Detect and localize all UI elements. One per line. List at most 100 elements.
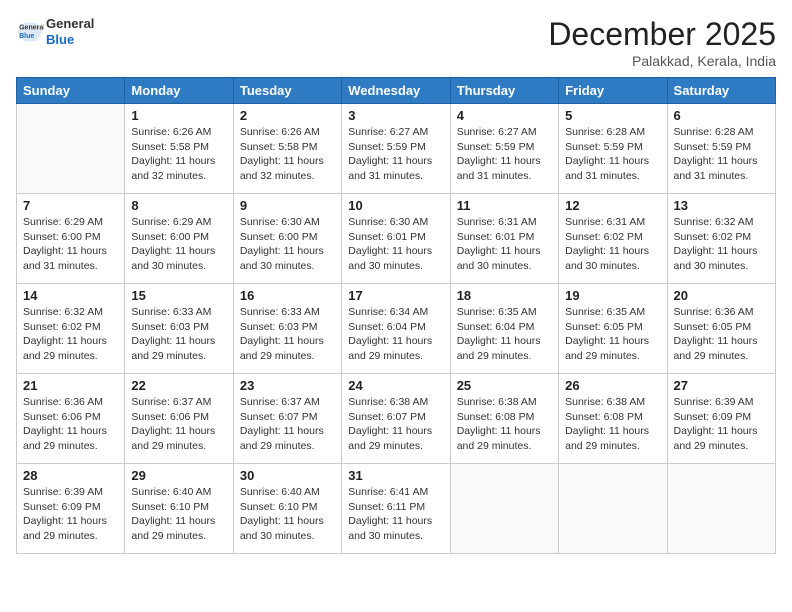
day-info: Sunrise: 6:36 AMSunset: 6:05 PMDaylight:… (674, 305, 769, 364)
calendar-day-cell: 27 Sunrise: 6:39 AMSunset: 6:09 PMDayligh… (667, 374, 775, 464)
calendar-week-row: 21 Sunrise: 6:36 AMSunset: 6:06 PMDayligh… (17, 374, 776, 464)
day-number: 19 (565, 288, 660, 303)
weekday-header: Wednesday (342, 78, 450, 104)
calendar-day-cell: 28 Sunrise: 6:39 AMSunset: 6:09 PMDayligh… (17, 464, 125, 554)
day-info: Sunrise: 6:29 AMSunset: 6:00 PMDaylight:… (23, 215, 118, 274)
day-number: 20 (674, 288, 769, 303)
day-number: 11 (457, 198, 552, 213)
day-number: 30 (240, 468, 335, 483)
calendar-day-cell: 5Sunrise: 6:28 AMSunset: 5:59 PMDaylight… (559, 104, 667, 194)
day-number: 2 (240, 108, 335, 123)
calendar-day-cell: 31Sunrise: 6:41 AMSunset: 6:11 PMDayligh… (342, 464, 450, 554)
day-number: 23 (240, 378, 335, 393)
day-info: Sunrise: 6:30 AMSunset: 6:00 PMDaylight:… (240, 215, 335, 274)
calendar-day-cell (559, 464, 667, 554)
day-number: 16 (240, 288, 335, 303)
day-info: Sunrise: 6:35 AMSunset: 6:04 PMDaylight:… (457, 305, 552, 364)
day-number: 28 (23, 468, 118, 483)
svg-text:General: General (19, 24, 44, 31)
day-number: 12 (565, 198, 660, 213)
calendar-week-row: 1 Sunrise: 6:26 AMSunset: 5:58 PMDaylight… (17, 104, 776, 194)
day-number: 4 (457, 108, 552, 123)
day-info: Sunrise: 6:38 AMSunset: 6:07 PMDaylight:… (348, 395, 443, 454)
day-info: Sunrise: 6:37 AMSunset: 6:07 PMDaylight:… (240, 395, 335, 454)
day-number: 13 (674, 198, 769, 213)
logo-general: General (46, 16, 94, 31)
logo: General Blue General Blue (16, 16, 94, 47)
day-number: 29 (131, 468, 226, 483)
calendar-day-cell: 12 Sunrise: 6:31 AMSunset: 6:02 PMDayligh… (559, 194, 667, 284)
calendar-day-cell: 2 Sunrise: 6:26 AMSunset: 5:58 PMDaylight… (233, 104, 341, 194)
calendar-day-cell: 25 Sunrise: 6:38 AMSunset: 6:08 PMDayligh… (450, 374, 558, 464)
day-info: Sunrise: 6:28 AMSunset: 5:59 PMDaylight:… (674, 125, 769, 184)
calendar-day-cell (667, 464, 775, 554)
calendar-day-cell: 7 Sunrise: 6:29 AMSunset: 6:00 PMDaylight… (17, 194, 125, 284)
day-info: Sunrise: 6:39 AMSunset: 6:09 PMDaylight:… (674, 395, 769, 454)
day-info: Sunrise: 6:33 AMSunset: 6:03 PMDaylight:… (131, 305, 226, 364)
day-number: 1 (131, 108, 226, 123)
day-number: 9 (240, 198, 335, 213)
calendar-day-cell: 15 Sunrise: 6:33 AMSunset: 6:03 PMDayligh… (125, 284, 233, 374)
logo-icon: General Blue (16, 18, 44, 46)
day-info: Sunrise: 6:35 AMSunset: 6:05 PMDaylight:… (565, 305, 660, 364)
day-number: 7 (23, 198, 118, 213)
day-info: Sunrise: 6:40 AMSunset: 6:10 PMDaylight:… (131, 485, 226, 544)
day-info: Sunrise: 6:38 AMSunset: 6:08 PMDaylight:… (457, 395, 552, 454)
day-info: Sunrise: 6:29 AMSunset: 6:00 PMDaylight:… (131, 215, 226, 274)
calendar-day-cell: 21 Sunrise: 6:36 AMSunset: 6:06 PMDayligh… (17, 374, 125, 464)
calendar-day-cell: 6 Sunrise: 6:28 AMSunset: 5:59 PMDaylight… (667, 104, 775, 194)
day-number: 31 (348, 468, 443, 483)
page-header: General Blue General Blue December 2025 … (16, 16, 776, 69)
day-info: Sunrise: 6:27 AMSunset: 5:59 PMDaylight:… (457, 125, 552, 184)
day-info: Sunrise: 6:31 AMSunset: 6:02 PMDaylight:… (565, 215, 660, 274)
day-number: 15 (131, 288, 226, 303)
calendar-week-row: 7 Sunrise: 6:29 AMSunset: 6:00 PMDaylight… (17, 194, 776, 284)
day-number: 14 (23, 288, 118, 303)
month-title: December 2025 (548, 16, 776, 53)
day-info: Sunrise: 6:30 AMSunset: 6:01 PMDaylight:… (348, 215, 443, 274)
day-info: Sunrise: 6:28 AMSunset: 5:59 PMDaylight:… (565, 125, 660, 184)
calendar-day-cell: 1Sunrise: 6:26 AMSunset: 5:58 PMDaylight… (125, 104, 233, 194)
calendar-day-cell: 29 Sunrise: 6:40 AMSunset: 6:10 PMDayligh… (125, 464, 233, 554)
calendar-day-cell: 18 Sunrise: 6:35 AMSunset: 6:04 PMDayligh… (450, 284, 558, 374)
calendar-day-cell: 19 Sunrise: 6:35 AMSunset: 6:05 PMDayligh… (559, 284, 667, 374)
day-info: Sunrise: 6:33 AMSunset: 6:03 PMDaylight:… (240, 305, 335, 364)
calendar-day-cell: 13Sunrise: 6:32 AMSunset: 6:02 PMDayligh… (667, 194, 775, 284)
weekday-header: Sunday (17, 78, 125, 104)
calendar-day-cell: 24Sunrise: 6:38 AMSunset: 6:07 PMDayligh… (342, 374, 450, 464)
day-number: 21 (23, 378, 118, 393)
day-info: Sunrise: 6:27 AMSunset: 5:59 PMDaylight:… (348, 125, 443, 184)
day-info: Sunrise: 6:32 AMSunset: 6:02 PMDaylight:… (23, 305, 118, 364)
weekday-header: Thursday (450, 78, 558, 104)
day-number: 25 (457, 378, 552, 393)
day-number: 17 (348, 288, 443, 303)
calendar-day-cell: 4 Sunrise: 6:27 AMSunset: 5:59 PMDaylight… (450, 104, 558, 194)
calendar-day-cell: 26Sunrise: 6:38 AMSunset: 6:08 PMDayligh… (559, 374, 667, 464)
calendar-day-cell (450, 464, 558, 554)
day-number: 22 (131, 378, 226, 393)
weekday-header: Friday (559, 78, 667, 104)
calendar-day-cell: 17 Sunrise: 6:34 AMSunset: 6:04 PMDayligh… (342, 284, 450, 374)
calendar-day-cell: 16 Sunrise: 6:33 AMSunset: 6:03 PMDayligh… (233, 284, 341, 374)
day-info: Sunrise: 6:39 AMSunset: 6:09 PMDaylight:… (23, 485, 118, 544)
day-number: 3 (348, 108, 443, 123)
calendar-day-cell: 10 Sunrise: 6:30 AMSunset: 6:01 PMDayligh… (342, 194, 450, 284)
day-number: 18 (457, 288, 552, 303)
day-number: 27 (674, 378, 769, 393)
day-info: Sunrise: 6:36 AMSunset: 6:06 PMDaylight:… (23, 395, 118, 454)
calendar-day-cell: 3 Sunrise: 6:27 AMSunset: 5:59 PMDaylight… (342, 104, 450, 194)
calendar-day-cell: 9 Sunrise: 6:30 AMSunset: 6:00 PMDaylight… (233, 194, 341, 284)
logo-blue: Blue (46, 32, 74, 47)
calendar-day-cell (17, 104, 125, 194)
location: Palakkad, Kerala, India (548, 53, 776, 69)
svg-text:Blue: Blue (19, 33, 34, 40)
day-number: 6 (674, 108, 769, 123)
day-info: Sunrise: 6:34 AMSunset: 6:04 PMDaylight:… (348, 305, 443, 364)
calendar-day-cell: 8Sunrise: 6:29 AMSunset: 6:00 PMDaylight… (125, 194, 233, 284)
calendar-header-row: SundayMondayTuesdayWednesdayThursdayFrid… (17, 78, 776, 104)
day-number: 10 (348, 198, 443, 213)
calendar-week-row: 28 Sunrise: 6:39 AMSunset: 6:09 PMDayligh… (17, 464, 776, 554)
day-info: Sunrise: 6:37 AMSunset: 6:06 PMDaylight:… (131, 395, 226, 454)
day-info: Sunrise: 6:26 AMSunset: 5:58 PMDaylight:… (240, 125, 335, 184)
calendar-day-cell: 30Sunrise: 6:40 AMSunset: 6:10 PMDayligh… (233, 464, 341, 554)
